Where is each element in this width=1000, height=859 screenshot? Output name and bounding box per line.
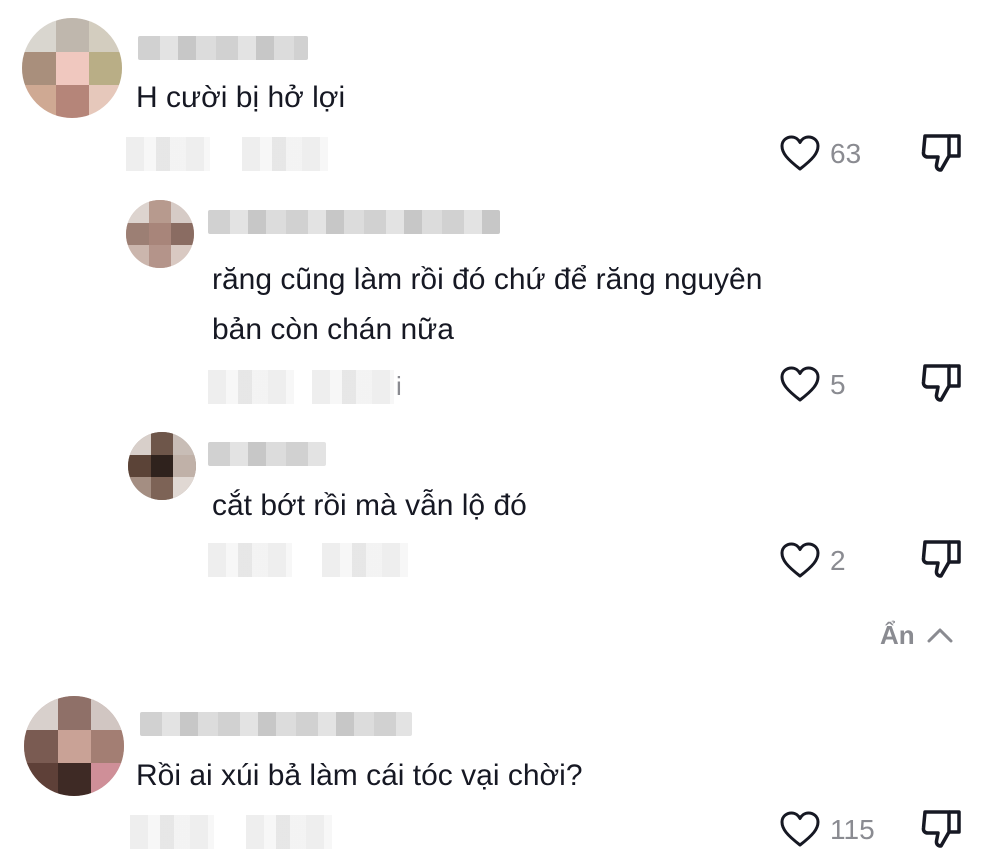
reply-meta-blurred <box>208 543 292 577</box>
thumbs-down-icon[interactable] <box>919 538 965 580</box>
reply-text-line-1: răng cũng làm rồi đó chứ để răng nguyên <box>212 263 763 296</box>
hide-replies-label: Ẩn <box>880 620 915 650</box>
hide-replies-button[interactable]: Ẩn <box>880 618 960 652</box>
like-count: 2 <box>830 545 846 576</box>
reply-button-blurred[interactable] <box>242 137 328 171</box>
thumbs-down-icon[interactable] <box>919 132 965 174</box>
thumbs-down-icon[interactable] <box>919 808 965 850</box>
reply-meta-blurred <box>208 370 294 404</box>
avatar[interactable] <box>126 200 194 268</box>
reply-text: cắt bớt rồi mà vẫn lộ đó <box>212 489 527 522</box>
heart-outline-icon[interactable] <box>779 810 821 848</box>
reply-meta-suffix: i <box>396 371 402 401</box>
comment-text: H cười bị hở lợi <box>136 81 346 114</box>
avatar[interactable] <box>24 696 124 796</box>
thumbs-down-icon[interactable] <box>919 362 965 404</box>
avatar[interactable] <box>22 18 122 118</box>
username-blurred[interactable] <box>208 210 500 234</box>
reply-button-blurred[interactable] <box>246 815 332 849</box>
heart-outline-icon[interactable] <box>779 541 821 579</box>
avatar[interactable] <box>128 432 196 500</box>
like-count: 115 <box>830 814 875 845</box>
reply-button-blurred[interactable] <box>322 543 408 577</box>
comment-meta-blurred <box>130 815 214 849</box>
username-blurred[interactable] <box>138 36 308 60</box>
username-blurred[interactable] <box>140 712 412 736</box>
heart-outline-icon[interactable] <box>779 134 821 172</box>
comment-meta-blurred <box>126 137 210 171</box>
reply-button-blurred[interactable] <box>312 370 394 404</box>
chevron-up-icon <box>927 628 953 643</box>
heart-outline-icon[interactable] <box>779 365 821 403</box>
comment-text: Rồi ai xúi bả làm cái tóc vại chời? <box>136 759 583 792</box>
like-count: 5 <box>830 369 846 400</box>
username-blurred[interactable] <box>208 442 326 466</box>
like-count: 63 <box>830 138 862 169</box>
reply-text-line-2: bản còn chán nữa <box>212 313 454 346</box>
